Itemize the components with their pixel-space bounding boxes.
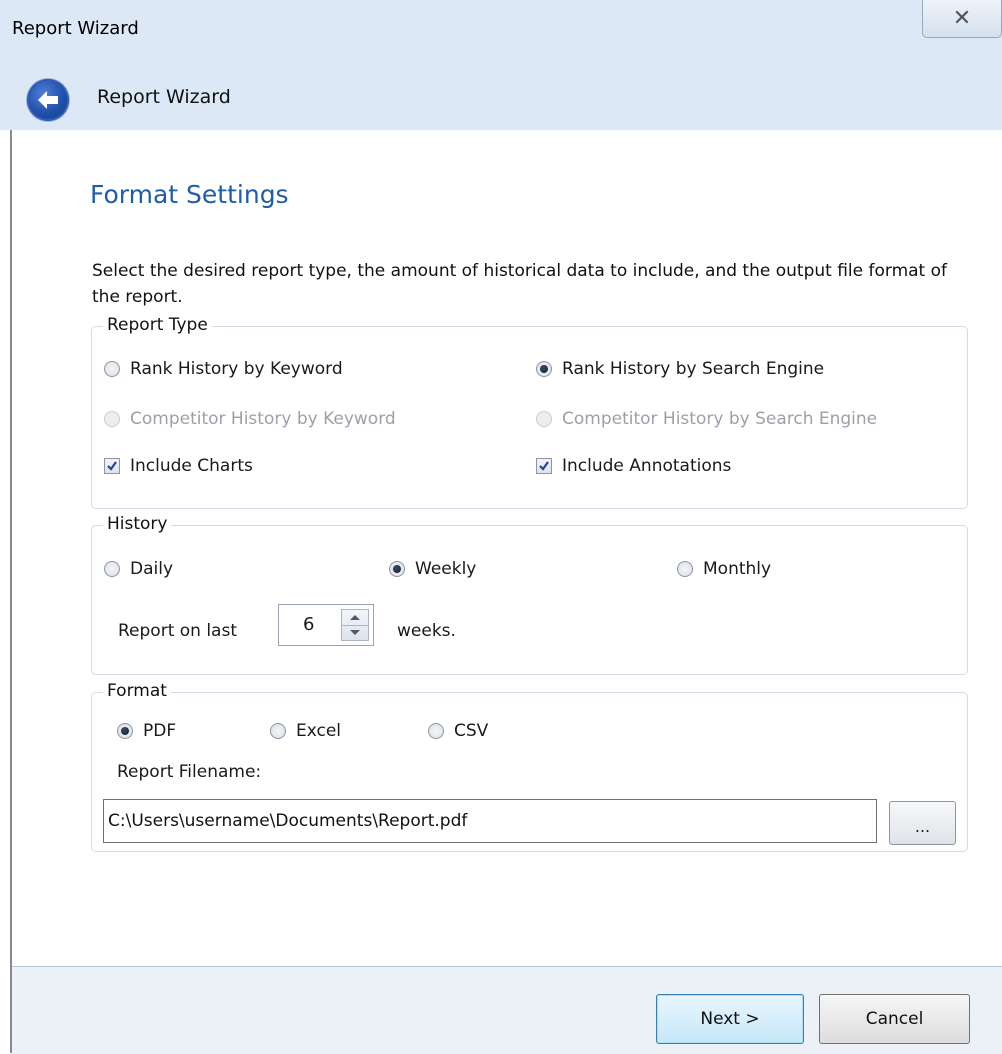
stepper-buttons: [341, 609, 369, 641]
back-arrow-icon: [38, 91, 58, 109]
checkmark-icon: [107, 461, 117, 471]
browse-button[interactable]: ...: [889, 801, 956, 845]
checkbox-label: Include Annotations: [562, 456, 732, 476]
radio-button[interactable]: [536, 361, 552, 377]
chevron-down-icon: [350, 630, 360, 635]
radio-label: Competitor History by Search Engine: [562, 409, 878, 429]
radio-daily[interactable]: Daily: [104, 559, 173, 579]
next-button[interactable]: Next >: [656, 994, 804, 1044]
radio-label: Daily: [130, 559, 174, 579]
radio-button[interactable]: [428, 723, 444, 739]
cancel-button[interactable]: Cancel: [819, 994, 970, 1044]
weeks-value[interactable]: 6: [303, 614, 314, 635]
radio-button[interactable]: [389, 561, 405, 577]
radio-button: [536, 411, 552, 427]
radio-button[interactable]: [104, 361, 120, 377]
chevron-up-icon: [350, 615, 360, 620]
radio-excel[interactable]: Excel: [270, 721, 341, 741]
radio-button[interactable]: [677, 561, 693, 577]
checkbox-label: Include Charts: [130, 456, 253, 476]
radio-label: PDF: [143, 721, 177, 741]
stepper-up-button[interactable]: [342, 610, 368, 626]
radio-label: Excel: [296, 721, 342, 741]
radio-button[interactable]: [117, 723, 133, 739]
window-title: Report Wizard: [12, 18, 139, 39]
weeks-stepper[interactable]: 6: [278, 604, 374, 646]
stepper-down-button[interactable]: [342, 625, 368, 640]
checkbox[interactable]: [536, 458, 552, 474]
radio-weekly[interactable]: Weekly: [389, 559, 476, 579]
radio-competitor-history-search-engine: Competitor History by Search Engine: [536, 409, 877, 429]
radio-label: Monthly: [703, 559, 772, 579]
radio-rank-history-search-engine[interactable]: Rank History by Search Engine: [536, 359, 824, 379]
page-title: Format Settings: [90, 180, 289, 209]
report-type-legend: Report Type: [103, 315, 212, 335]
radio-label: Rank History by Keyword: [130, 359, 343, 379]
radio-button[interactable]: [104, 561, 120, 577]
title-bar: [0, 0, 1002, 130]
checkbox-include-charts[interactable]: Include Charts: [104, 456, 253, 476]
radio-button: [104, 411, 120, 427]
radio-button[interactable]: [270, 723, 286, 739]
report-on-last-label: Report on last: [118, 621, 237, 641]
close-button[interactable]: ✕: [922, 0, 1002, 38]
radio-pdf[interactable]: PDF: [117, 721, 176, 741]
radio-label: Rank History by Search Engine: [562, 359, 825, 379]
history-group: [91, 525, 968, 675]
page-description: Select the desired report type, the amou…: [92, 261, 948, 307]
report-filename-input[interactable]: [103, 799, 877, 843]
checkmark-icon: [539, 461, 549, 471]
radio-competitor-history-keyword: Competitor History by Keyword: [104, 409, 396, 429]
radio-label: Weekly: [415, 559, 477, 579]
checkbox-include-annotations[interactable]: Include Annotations: [536, 456, 731, 476]
radio-csv[interactable]: CSV: [428, 721, 488, 741]
format-legend: Format: [103, 681, 171, 701]
radio-label: CSV: [454, 721, 489, 741]
radio-monthly[interactable]: Monthly: [677, 559, 771, 579]
nav-title: Report Wizard: [97, 86, 231, 108]
history-legend: History: [103, 514, 172, 534]
checkbox[interactable]: [104, 458, 120, 474]
weeks-unit-label: weeks.: [397, 621, 456, 641]
radio-label: Competitor History by Keyword: [130, 409, 396, 429]
report-filename-label: Report Filename:: [117, 762, 262, 782]
close-icon: ✕: [952, 6, 972, 31]
radio-rank-history-keyword[interactable]: Rank History by Keyword: [104, 359, 343, 379]
back-button[interactable]: [27, 79, 69, 121]
